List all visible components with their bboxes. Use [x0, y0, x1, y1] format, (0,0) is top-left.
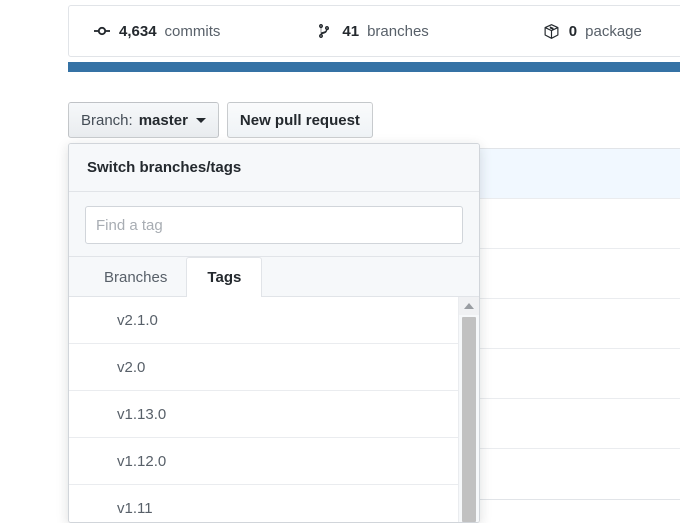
tag-filter-input[interactable] [85, 206, 463, 244]
tag-list-item[interactable]: v2.0 [69, 344, 479, 391]
stat-branches[interactable]: 41 branches [302, 22, 442, 40]
tag-list: v2.1.0 v2.0 v1.13.0 v1.12.0 v1.11 [69, 297, 479, 522]
package-icon [543, 22, 561, 40]
tag-list-container: v2.1.0 v2.0 v1.13.0 v1.12.0 v1.11 [69, 297, 479, 522]
stat-packages-count: 0 [568, 22, 578, 40]
branch-name-label: master [138, 111, 188, 129]
dropdown-tabs: Branches Tags [69, 257, 479, 297]
dropdown-header: Switch branches/tags [69, 144, 479, 192]
stat-branches-count: 41 [342, 22, 360, 40]
tag-list-scrollbar[interactable] [458, 297, 479, 522]
scrollbar-thumb[interactable] [462, 317, 476, 522]
stat-packages-label: package [585, 22, 642, 40]
repo-stats-bar: 4,634 commits 41 branches 0 package [68, 5, 680, 57]
tag-list-item[interactable]: v2.1.0 [69, 297, 479, 344]
tag-list-item[interactable]: v1.12.0 [69, 438, 479, 485]
tab-tags[interactable]: Tags [186, 257, 263, 297]
branch-prefix-label: Branch: [81, 111, 133, 129]
stat-commits-count: 4,634 [119, 22, 157, 40]
branch-tag-dropdown: Switch branches/tags Branches Tags v2.1.… [68, 143, 480, 523]
triangle-up-icon [464, 303, 474, 309]
repo-action-buttons: Branch: master New pull request [68, 102, 373, 138]
tag-filter-container [69, 192, 479, 257]
language-color-bar [68, 62, 680, 72]
stat-commits[interactable]: 4,634 commits [79, 22, 234, 40]
stat-commits-label: commits [164, 22, 221, 40]
branch-select-button[interactable]: Branch: master [68, 102, 219, 138]
stat-packages[interactable]: 0 package [529, 22, 656, 40]
chevron-down-icon [195, 117, 206, 123]
tag-list-item[interactable]: v1.11 [69, 485, 479, 522]
tab-branches[interactable]: Branches [85, 257, 186, 296]
new-pull-request-button[interactable]: New pull request [226, 102, 373, 138]
commit-icon [93, 22, 111, 40]
branch-icon [316, 22, 334, 40]
stat-branches-label: branches [367, 22, 429, 40]
tag-list-item[interactable]: v1.13.0 [69, 391, 479, 438]
repo-stats-row: 4,634 commits 41 branches 0 package [69, 6, 680, 56]
scroll-up-arrow-icon[interactable] [459, 297, 479, 315]
